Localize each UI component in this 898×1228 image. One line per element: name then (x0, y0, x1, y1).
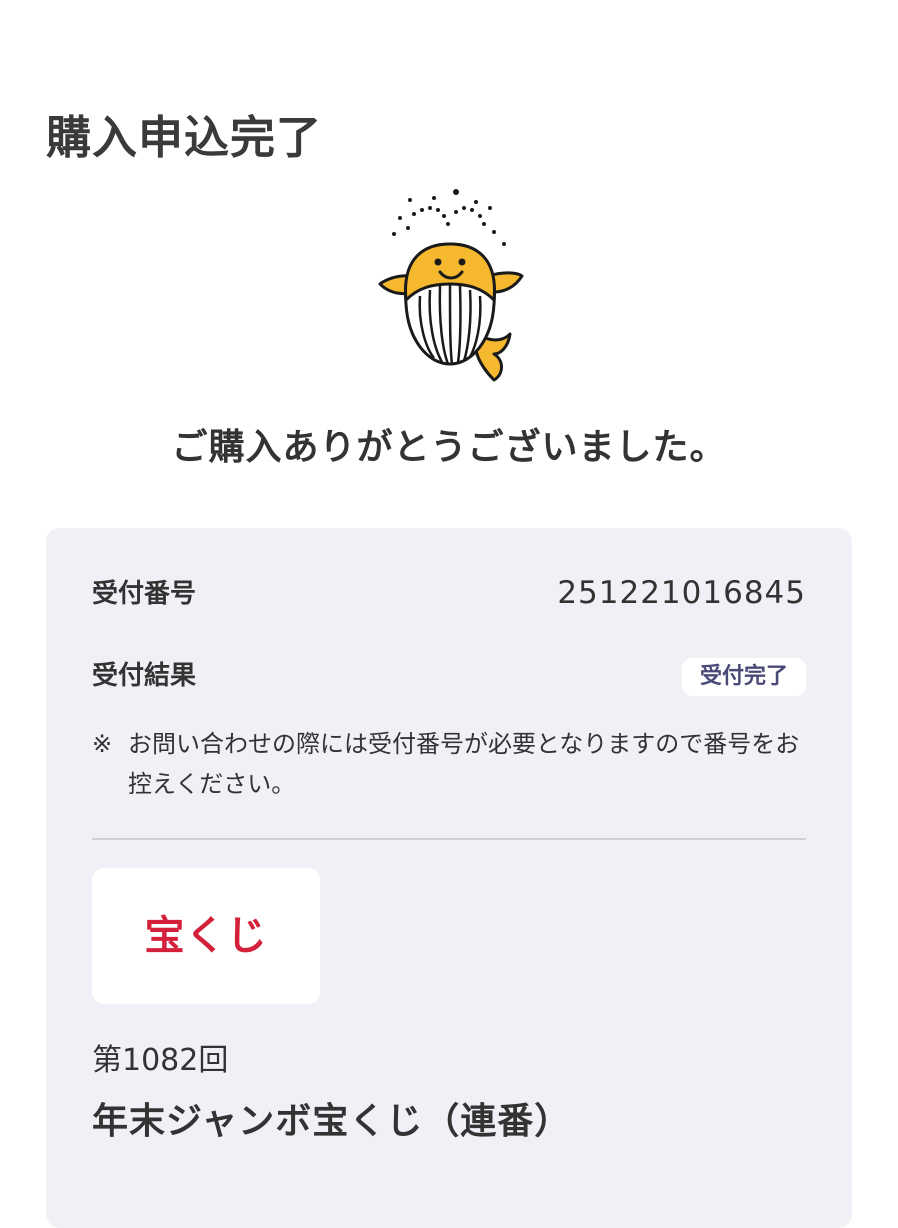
notice-mark: ※ (92, 730, 113, 758)
thanks-message: ご購入ありがとうございました。 (171, 427, 727, 468)
receipt-card: 受付番号 251221016845 受付結果 受付完了 ※ お問い合わせの際には… (46, 528, 852, 1228)
reception-number-label: 受付番号 (92, 579, 197, 609)
lottery-logo: 宝くじ (92, 868, 320, 1004)
notice-text: ※ お問い合わせの際には受付番号が必要となりますので番号をお控えください。 (92, 724, 806, 804)
lottery-logo-text: 宝くじ (144, 913, 268, 959)
draw-number: 第1082回 (92, 1043, 229, 1078)
divider (92, 838, 806, 840)
notice-body: お問い合わせの際には受付番号が必要となりますので番号をお控えください。 (128, 730, 800, 798)
lottery-name: 年末ジャンボ宝くじ（連番） (92, 1101, 572, 1142)
status-badge: 受付完了 (681, 658, 806, 696)
whale-mascot-icon (378, 189, 524, 382)
page-title: 購入申込完了 (46, 111, 323, 164)
reception-number-value: 251221016845 (557, 575, 806, 611)
reception-result-label: 受付結果 (92, 661, 197, 691)
